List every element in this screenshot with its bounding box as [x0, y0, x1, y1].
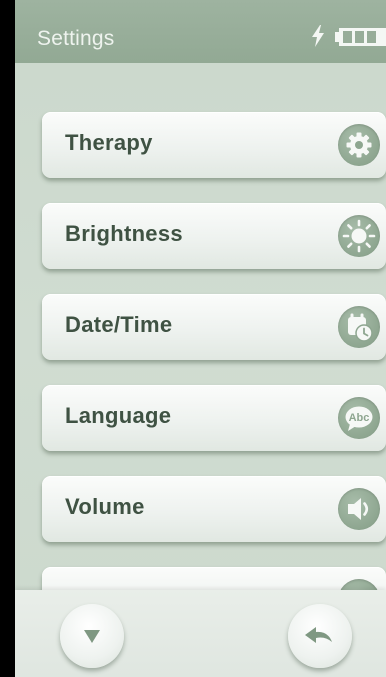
lightning-bolt-icon — [312, 25, 324, 47]
menu-item-label: Date/Time — [65, 312, 173, 337]
device-frame: Settings Therapy Brightness Date/Time La… — [0, 0, 386, 677]
page-title: Settings — [37, 27, 115, 50]
menu-item-label: Brightness — [65, 221, 183, 246]
menu-item-date-time[interactable]: Date/Time — [42, 294, 386, 360]
abc-speech-bubble-icon: Abc — [338, 397, 380, 439]
calendar-clock-icon — [338, 306, 380, 348]
triangle-down-icon — [84, 630, 100, 643]
back-button[interactable] — [288, 604, 352, 668]
gear-icon — [338, 124, 380, 166]
bottom-bar — [15, 590, 386, 677]
menu-item-label: Volume — [65, 494, 145, 519]
abc-icon-text: Abc — [349, 412, 370, 424]
battery-icon — [335, 28, 386, 46]
menu-item-language[interactable]: Language Abc — [42, 385, 386, 451]
screen: Settings Therapy Brightness Date/Time La… — [15, 0, 386, 677]
scroll-down-button[interactable] — [60, 604, 124, 668]
menu-item-brightness[interactable]: Brightness — [42, 203, 386, 269]
menu-item-therapy[interactable]: Therapy — [42, 112, 386, 178]
menu-item-label: Therapy — [65, 130, 153, 155]
back-arrow-icon — [305, 627, 332, 643]
sun-icon — [338, 215, 380, 257]
status-bar: Settings — [15, 0, 386, 63]
speaker-icon — [338, 488, 380, 530]
menu-item-label: Language — [65, 403, 172, 428]
menu-item-volume[interactable]: Volume — [42, 476, 386, 542]
